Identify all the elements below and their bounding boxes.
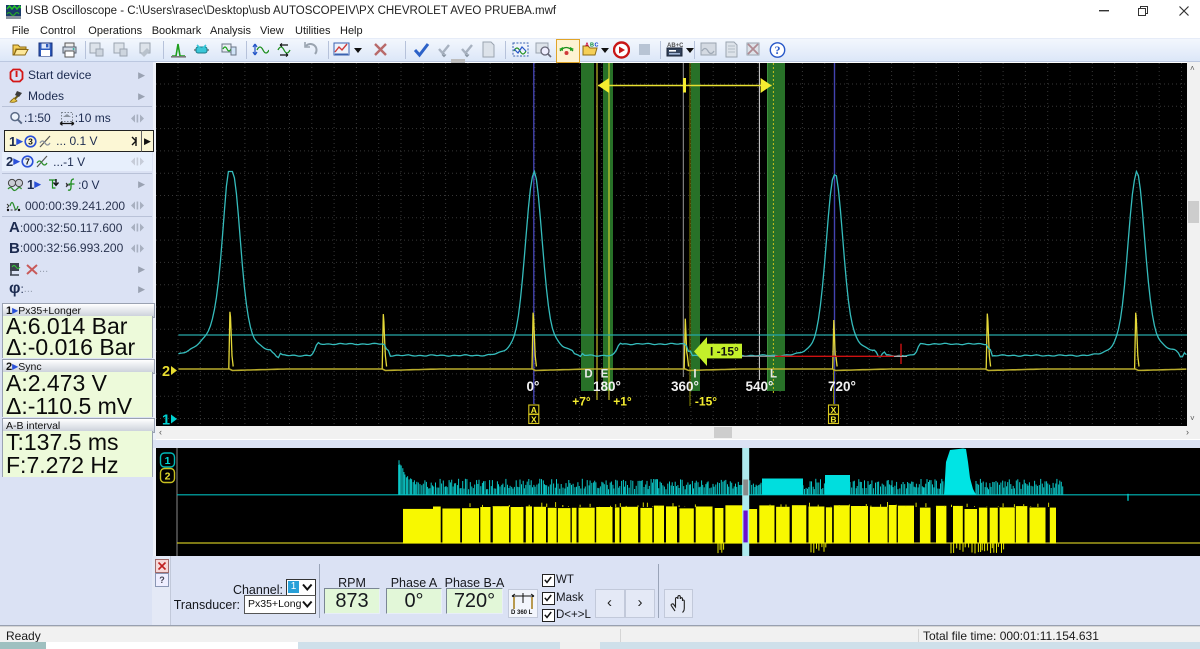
svg-text:540°: 540° bbox=[746, 379, 774, 394]
svg-text:+7°: +7° bbox=[572, 395, 591, 409]
svg-text:I -15°: I -15° bbox=[710, 345, 739, 359]
svg-text:L: L bbox=[770, 369, 777, 381]
svg-text:?: ? bbox=[775, 43, 781, 57]
svg-text:B: B bbox=[830, 414, 836, 424]
svg-text:C: C bbox=[595, 43, 599, 49]
svg-text:D: D bbox=[584, 369, 592, 381]
svg-text:720°: 720° bbox=[828, 379, 856, 394]
svg-text:7: 7 bbox=[25, 157, 30, 167]
svg-text:0°: 0° bbox=[527, 379, 540, 394]
svg-text:B: B bbox=[590, 43, 594, 49]
svg-text:+1°: +1° bbox=[613, 395, 632, 409]
svg-text:180°: 180° bbox=[593, 379, 621, 394]
svg-text:1: 1 bbox=[162, 413, 170, 427]
svg-text:1: 1 bbox=[165, 455, 171, 467]
svg-text:360°: 360° bbox=[671, 379, 699, 394]
svg-text:A: A bbox=[585, 43, 589, 49]
svg-text:-15°: -15° bbox=[695, 395, 717, 409]
svg-text:X: X bbox=[831, 405, 837, 415]
svg-text:3: 3 bbox=[28, 136, 33, 146]
svg-text:A: A bbox=[531, 405, 537, 415]
svg-text:D 360 L: D 360 L bbox=[511, 610, 533, 616]
svg-text:2: 2 bbox=[162, 364, 170, 380]
svg-text:E: E bbox=[601, 369, 609, 381]
svg-text:2: 2 bbox=[165, 471, 171, 483]
svg-text:X: X bbox=[531, 414, 537, 424]
svg-text:I: I bbox=[693, 369, 696, 381]
